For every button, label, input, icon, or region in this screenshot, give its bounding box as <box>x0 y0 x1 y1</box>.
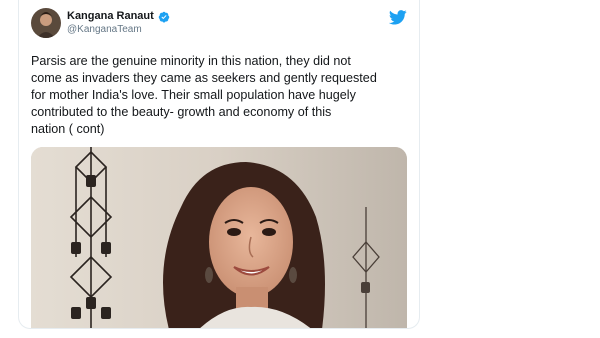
twitter-bird-icon[interactable] <box>388 10 407 25</box>
tweet-text-line: for mother India's love. Their small pop… <box>31 88 356 102</box>
author-avatar[interactable] <box>31 8 61 38</box>
tweet-text-line: Parsis are the genuine minority in this … <box>31 54 351 68</box>
author-handle[interactable]: @KanganaTeam <box>67 24 142 35</box>
tweet-text: Parsis are the genuine minority in this … <box>31 53 411 138</box>
tweet-text-line: nation ( cont) <box>31 122 105 136</box>
tweet-text-line: contributed to the beauty- growth and ec… <box>31 105 332 119</box>
tweet-text-line: come as invaders they came as seekers an… <box>31 71 377 85</box>
author-name-row[interactable]: Kangana Ranaut <box>67 10 170 23</box>
tweet-photo[interactable] <box>31 147 407 328</box>
verified-badge-icon <box>158 10 170 23</box>
author-name[interactable]: Kangana Ranaut <box>67 10 154 22</box>
tweet-card[interactable]: Kangana Ranaut @KanganaTeam Parsis are t… <box>18 0 420 329</box>
